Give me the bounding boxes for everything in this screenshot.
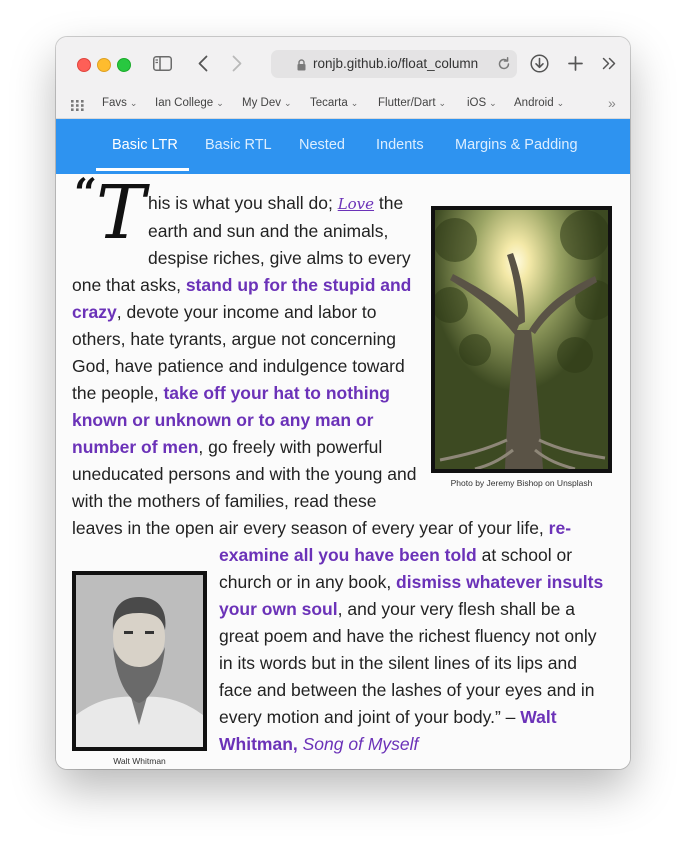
walt-whitman-photo [72,571,207,751]
bookmark-label: Tecarta [310,97,348,109]
bookmark-ios[interactable]: iOS ⌄ [467,97,497,109]
bookmark-favs[interactable]: Favs ⌄ [102,97,137,109]
chevron-down-icon: ⌄ [556,98,565,108]
title-bar: ronjb.github.io/float_column [56,37,630,89]
bookmark-label: iOS [467,97,487,109]
browser-window: ronjb.github.io/float_column Favs ⌄ Ian C… [56,37,630,769]
bookmark-label: My Dev [242,97,281,109]
tab-basic-rtl[interactable]: Basic RTL [205,137,272,153]
page-content: “ T Photo by Jeremy Bishop on Unsplash h… [56,174,630,769]
zoom-window-button[interactable] [117,58,131,72]
walt-figure: Walt Whitman [72,571,207,767]
tab-margins-padding[interactable]: Margins & Padding [455,137,578,153]
chevron-right-icon[interactable] [229,52,245,74]
love-link[interactable]: Love [338,195,374,213]
text-run: his is what you shall do; [148,193,338,213]
bookmark-ian-college[interactable]: Ian College ⌄ [155,97,224,109]
address-bar[interactable]: ronjb.github.io/float_column [271,50,517,78]
quote-article: Photo by Jeremy Bishop on Unsplash his i… [72,190,612,769]
chevron-down-icon: ⌄ [438,98,447,108]
reload-icon[interactable] [497,57,511,76]
bookmark-tecarta[interactable]: Tecarta ⌄ [310,97,358,109]
minimize-window-button[interactable] [97,58,111,72]
chevron-down-icon: ⌄ [283,98,292,108]
chevron-down-icon: ⌄ [129,98,138,108]
bookmark-my-dev[interactable]: My Dev ⌄ [242,97,292,109]
tab-indents[interactable]: Indents [376,137,424,153]
tree-figure: Photo by Jeremy Bishop on Unsplash [431,206,612,489]
walt-photo-caption: Walt Whitman [113,756,166,766]
lock-icon [297,58,306,76]
bookmark-label: Favs [102,97,127,109]
url-text[interactable]: ronjb.github.io/float_column [313,56,488,71]
citation-work[interactable]: Song of Myself [303,734,419,754]
bookmark-label: Ian College [155,97,214,109]
bookmark-label: Android [514,97,554,109]
bookmark-flutter-dart[interactable]: Flutter/Dart ⌄ [378,97,446,109]
bookmarks-bar: Favs ⌄ Ian College ⌄ My Dev ⌄ Tecarta ⌄ Flut… [56,89,630,119]
double-chevron-icon[interactable]: » [608,95,616,111]
close-window-button[interactable] [77,58,91,72]
download-icon[interactable] [529,52,549,74]
plus-icon[interactable] [566,52,584,74]
bookmark-android[interactable]: Android ⌄ [514,97,564,109]
bookmark-label: Flutter/Dart [378,97,436,109]
demo-nav-bar: Basic LTR Basic RTL Nested Indents Margi… [56,119,630,174]
tree-photo [431,206,612,473]
chevron-down-icon: ⌄ [216,98,224,108]
chevron-left-icon[interactable] [195,52,211,74]
tab-nested[interactable]: Nested [299,137,345,153]
sidebar-icon[interactable] [152,52,172,74]
grid-icon[interactable] [71,98,84,116]
tab-basic-ltr[interactable]: Basic LTR [112,137,178,153]
active-tab-indicator [96,168,189,171]
chevron-down-icon: ⌄ [350,98,359,108]
tree-photo-caption: Photo by Jeremy Bishop on Unsplash [450,478,593,488]
double-chevron-icon[interactable] [600,52,618,74]
chevron-down-icon: ⌄ [489,98,497,108]
